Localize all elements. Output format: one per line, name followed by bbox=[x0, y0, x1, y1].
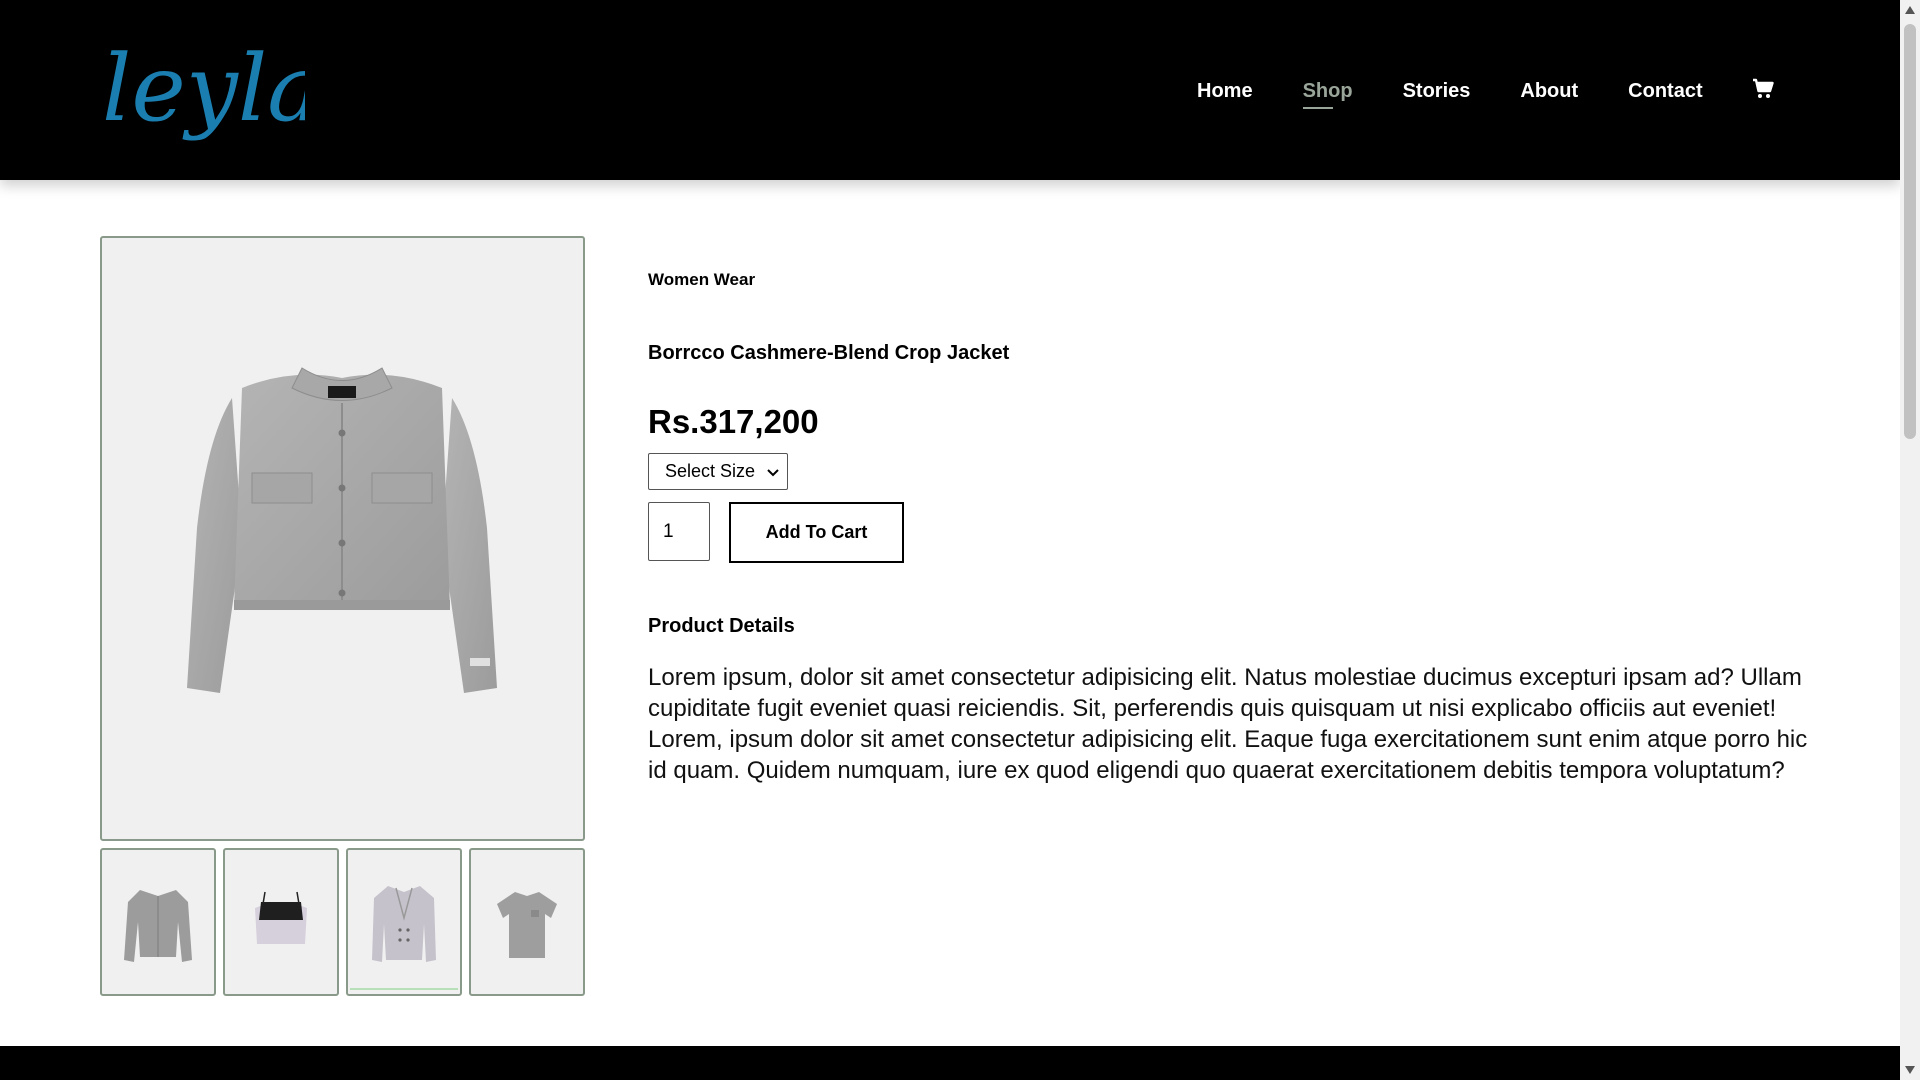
product-details-heading: Product Details bbox=[648, 615, 795, 637]
shopping-cart-icon[interactable] bbox=[1752, 78, 1774, 100]
add-to-cart-row: Add To Cart bbox=[648, 502, 1808, 563]
product-details-panel: Women Wear Borrcco Cashmere-Blend Crop J… bbox=[648, 270, 1808, 786]
page-scrollbar[interactable] bbox=[1900, 0, 1920, 1080]
cardigan-thumbnail[interactable] bbox=[100, 848, 216, 996]
quantity-input[interactable] bbox=[648, 502, 710, 561]
nav-shop[interactable]: Shop bbox=[1302, 78, 1353, 109]
nav-about[interactable]: About bbox=[1520, 78, 1578, 104]
thumbnail-strip bbox=[100, 848, 585, 996]
site-header: leyla Home Shop Stories About Contact bbox=[0, 0, 1900, 180]
main-product-image[interactable] bbox=[100, 236, 585, 841]
add-to-cart-button[interactable]: Add To Cart bbox=[729, 502, 904, 563]
crop-top-thumbnail[interactable] bbox=[223, 848, 339, 996]
product-category: Women Wear bbox=[648, 270, 756, 289]
brand-logo[interactable]: leyla bbox=[100, 20, 322, 155]
scroll-up-icon[interactable] bbox=[1905, 6, 1915, 14]
tshirt-thumbnail[interactable] bbox=[469, 848, 585, 996]
size-select-value: Select Size bbox=[665, 461, 756, 481]
product-price: Rs.317,200 bbox=[648, 403, 819, 440]
product-details-text: Lorem ipsum, dolor sit amet consectetur … bbox=[648, 664, 1808, 784]
scroll-down-icon[interactable] bbox=[1905, 1066, 1915, 1074]
size-select[interactable]: Select Size bbox=[648, 453, 788, 490]
chevron-down-icon bbox=[767, 461, 779, 482]
nav-home[interactable]: Home bbox=[1197, 78, 1253, 104]
scroll-thumb[interactable] bbox=[1904, 24, 1916, 439]
product-title: Borrcco Cashmere-Blend Crop Jacket bbox=[648, 342, 1010, 364]
main-nav: Home Shop Stories About Contact bbox=[1197, 76, 1753, 109]
nav-stories[interactable]: Stories bbox=[1403, 78, 1471, 104]
blazer-thumbnail[interactable] bbox=[346, 848, 462, 996]
site-footer bbox=[0, 1046, 1900, 1080]
nav-contact[interactable]: Contact bbox=[1628, 78, 1702, 104]
svg-text:leyla: leyla bbox=[102, 35, 305, 142]
